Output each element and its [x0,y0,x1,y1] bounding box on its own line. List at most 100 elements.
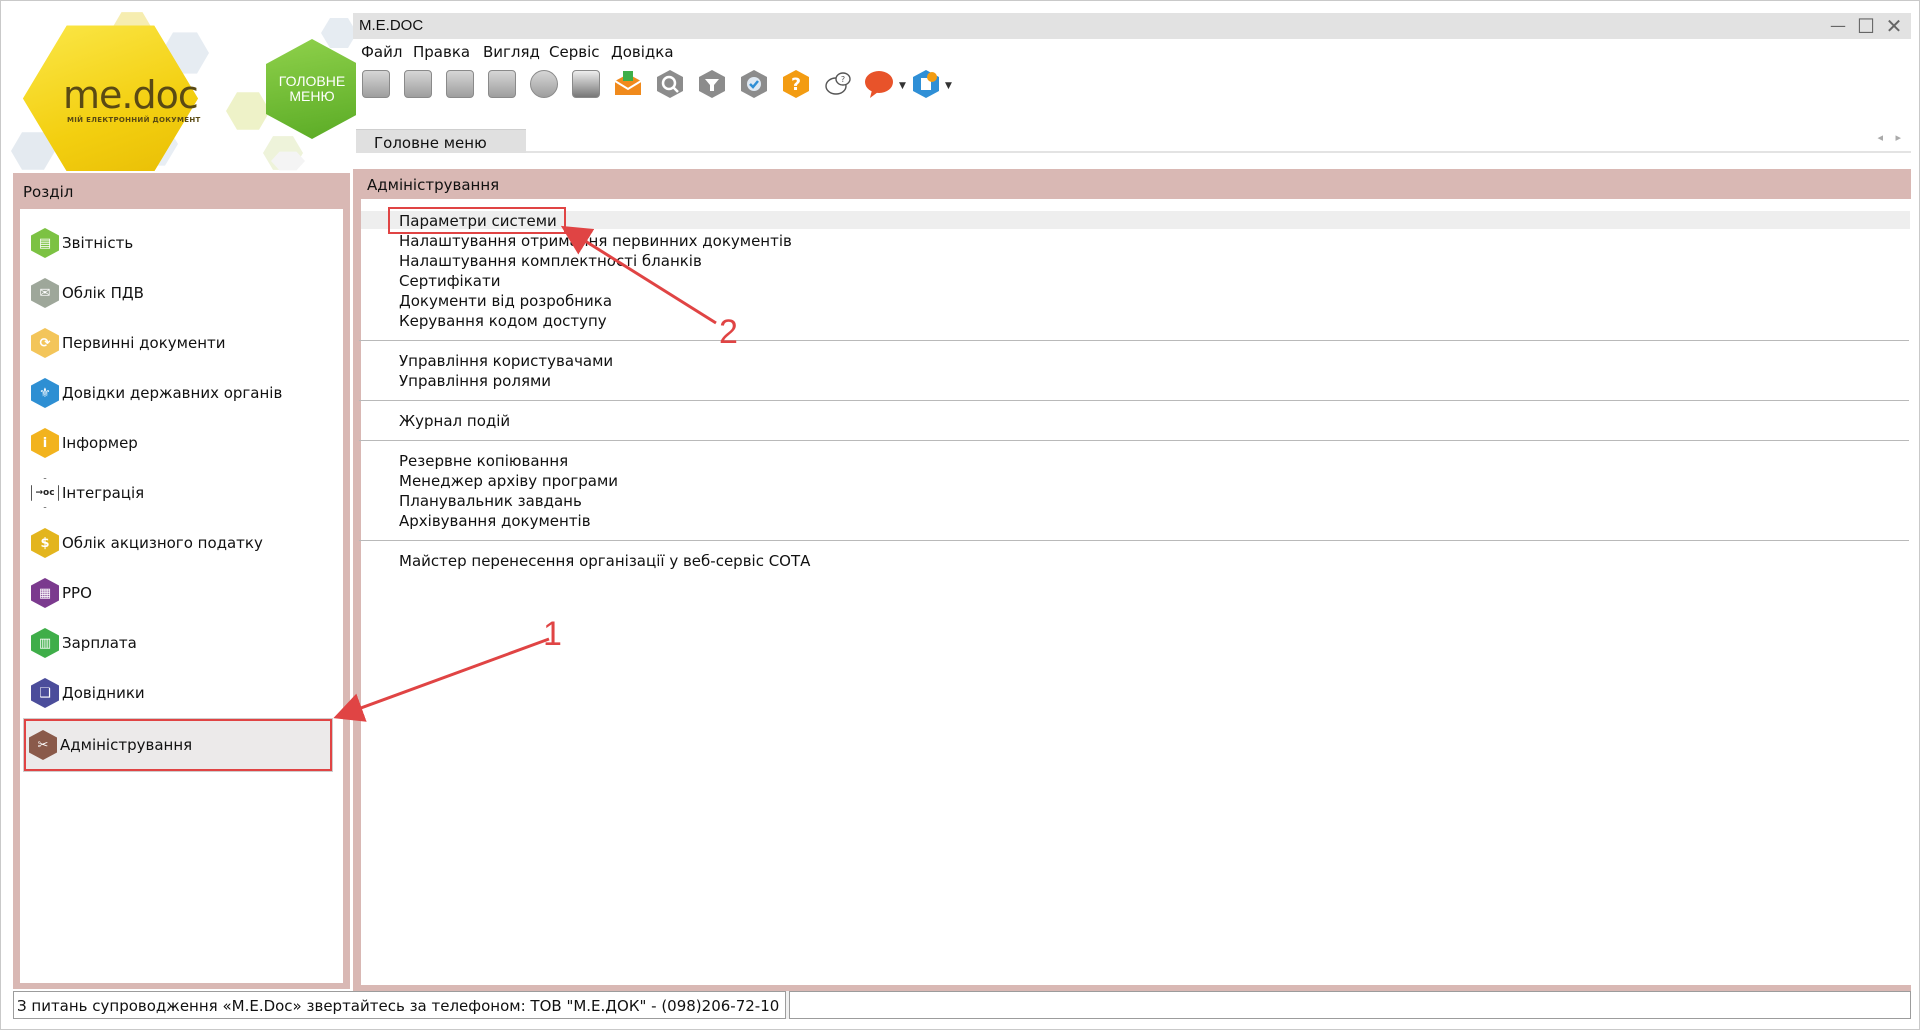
logo-brand-text: me.doc [63,73,199,117]
toolbar: ? ? ▼ ▼ [353,65,1911,105]
status-support-text: З питань супроводження «M.E.Doc» звертай… [17,997,780,1015]
home-menu-line1: ГОЛОВНЕ [278,73,346,89]
sidebar-item-reports[interactable]: ▤ Звітність [28,221,334,265]
status-support-panel: З питань супроводження «M.E.Doc» звертай… [13,991,786,1019]
sidebar-item-label: Довідки державних органів [62,384,283,402]
sidebar-item-salary[interactable]: ▥ Зарплата [28,621,334,665]
excise-icon: $ [31,528,59,558]
primary-docs-icon: ⟳ [31,328,59,358]
app-window: me.doc МІЙ ЕЛЕКТРОННИЙ ДОКУМЕНТ ГОЛОВНЕ … [0,0,1920,1030]
close-button[interactable]: ✕ [1883,15,1905,37]
content-header-label: Адміністрування [367,176,500,194]
sidebar-item-label: Довідники [62,684,145,702]
home-menu-line2: МЕНЮ [289,88,335,104]
sidebar-item-label: Облік ПДВ [62,284,144,302]
section-header-label: Розділ [23,183,74,201]
filter-icon[interactable] [695,67,729,101]
link-event-log[interactable]: Журнал подій [399,412,510,430]
link-backup[interactable]: Резервне копіювання [399,452,568,470]
feedback-dropdown-arrow[interactable]: ▼ [899,81,906,91]
link-sota-migration-wizard[interactable]: Майстер перенесення організації у веб-се… [399,552,810,570]
vat-icon: ✉ [31,278,59,308]
sidebar-item-integration[interactable]: →oc Інтеграція [28,471,334,515]
window-title: M.E.DOC [359,17,424,34]
sidebar-item-rro[interactable]: ▦ РРО [28,571,334,615]
sidebar-item-excise[interactable]: $ Облік акцизного податку [28,521,334,565]
section-header: Розділ [13,173,350,209]
support-chat-icon[interactable]: ? [821,67,855,101]
reports-icon: ▤ [31,228,59,258]
informer-icon: i [31,428,59,458]
minimize-button[interactable]: — [1827,15,1849,37]
link-user-management[interactable]: Управління користувачами [399,352,613,370]
sidebar-item-primary-docs[interactable]: ⟳ Первинні документи [28,321,334,365]
find-icon[interactable] [653,67,687,101]
updates-dropdown-arrow[interactable]: ▼ [945,81,952,91]
tab-main-menu[interactable]: Головне меню [356,129,526,153]
content-header: Адміністрування [353,169,1911,199]
svg-text:?: ? [841,75,845,84]
add-doc-icon[interactable] [401,67,435,101]
status-bar: З питань супроводження «M.E.Doc» звертай… [13,991,1911,1019]
section-list: ▤ Звітність ✉ Облік ПДВ ⟳ Первинні докум… [20,209,343,983]
link-blank-completeness-settings[interactable]: Налаштування комплектності бланків [399,252,702,270]
group-divider [359,540,1909,541]
menu-edit[interactable]: Правка [413,43,470,61]
hover-highlight-row [361,211,1910,229]
save-disk-icon[interactable] [527,67,561,101]
link-document-archiving[interactable]: Архівування документів [399,512,591,530]
sidebar-item-label: Звітність [62,234,134,252]
sidebar-item-administration[interactable]: ✂ Адміністрування [23,718,333,772]
delete-doc-icon[interactable] [485,67,519,101]
maximize-button[interactable]: ☐ [1855,15,1877,37]
menu-service[interactable]: Сервіс [549,43,599,61]
sidebar-item-label: Облік акцизного податку [62,534,263,552]
help-question-icon[interactable]: ? [779,67,813,101]
feedback-bubble-icon[interactable] [863,67,897,101]
annotation-highlight-box [388,207,566,234]
send-envelope-icon[interactable] [611,67,645,101]
link-task-scheduler[interactable]: Планувальник завдань [399,492,582,510]
tab-strip: Головне меню ◂ ▸ [356,129,1911,153]
sidebar-item-gov-certificates[interactable]: ⚜ Довідки державних органів [28,371,334,415]
menu-help[interactable]: Довідка [611,43,674,61]
sidebar-item-label: Адміністрування [60,736,193,754]
tab-scroll-left-icon[interactable]: ◂ [1877,131,1883,144]
print-icon[interactable] [569,67,603,101]
sidebar-item-directories[interactable]: ❑ Довідники [28,671,334,715]
home-menu-button[interactable]: ГОЛОВНЕ МЕНЮ [266,39,356,139]
administration-icon: ✂ [29,730,57,760]
verify-shield-icon[interactable] [737,67,771,101]
menu-view[interactable]: Вигляд [483,43,540,61]
menu-file[interactable]: Файл [361,43,402,61]
sidebar-item-informer[interactable]: i Інформер [28,421,334,465]
link-access-code-management[interactable]: Керування кодом доступу [399,312,607,330]
directories-icon: ❑ [31,678,59,708]
title-bar: M.E.DOC — ☐ ✕ [353,13,1911,39]
link-role-management[interactable]: Управління ролями [399,372,551,390]
logo-tagline: МІЙ ЕЛЕКТРОННИЙ ДОКУМЕНТ [67,116,201,124]
new-doc-icon[interactable] [359,67,393,101]
sidebar-item-label: Первинні документи [62,334,226,352]
link-primary-docs-settings[interactable]: Налаштування отримання первинних докумен… [399,232,792,250]
menu-bar: Файл Правка Вигляд Сервіс Довідка [353,41,1911,65]
sidebar-item-label: Інформер [62,434,138,452]
tab-main-menu-label: Головне меню [374,134,487,152]
sidebar-item-label: РРО [62,584,92,602]
sidebar-item-label: Зарплата [62,634,137,652]
annotation-number-1: 1 [543,615,562,653]
svg-text:?: ? [791,75,801,95]
link-certificates[interactable]: Сертифікати [399,272,500,290]
updates-icon[interactable] [909,67,943,101]
group-divider [359,400,1909,401]
salary-icon: ▥ [31,628,59,658]
integration-icon: →oc [31,478,59,508]
link-developer-documents[interactable]: Документи від розробника [399,292,612,310]
annotation-number-2: 2 [719,313,738,351]
gov-certificates-icon: ⚜ [31,378,59,408]
edit-doc-icon[interactable] [443,67,477,101]
group-divider [359,340,1909,341]
sidebar-item-vat[interactable]: ✉ Облік ПДВ [28,271,334,315]
link-archive-manager[interactable]: Менеджер архіву програми [399,472,618,490]
tab-scroll-right-icon[interactable]: ▸ [1895,131,1901,144]
